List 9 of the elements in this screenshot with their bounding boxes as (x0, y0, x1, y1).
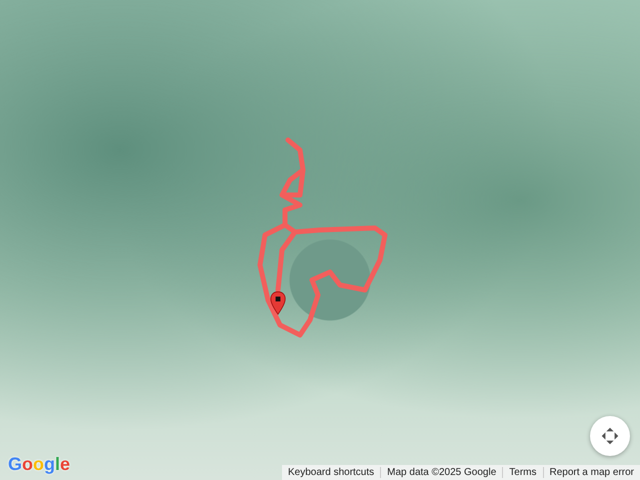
attribution-link[interactable]: Report a map error (542, 467, 640, 478)
fullscreen-button[interactable] (590, 416, 630, 456)
map-pin-icon[interactable] (270, 290, 286, 316)
google-logo: Google (8, 454, 70, 475)
attribution-link[interactable]: Map data ©2025 Google (380, 467, 502, 478)
fullscreen-icon (599, 425, 621, 447)
attribution-link[interactable]: Keyboard shortcuts (282, 467, 380, 478)
attribution-link[interactable]: Terms (502, 467, 543, 478)
terrain-map[interactable]: Google Keyboard shortcuts Map data ©2025 Google Terms Report a map error (0, 0, 640, 480)
